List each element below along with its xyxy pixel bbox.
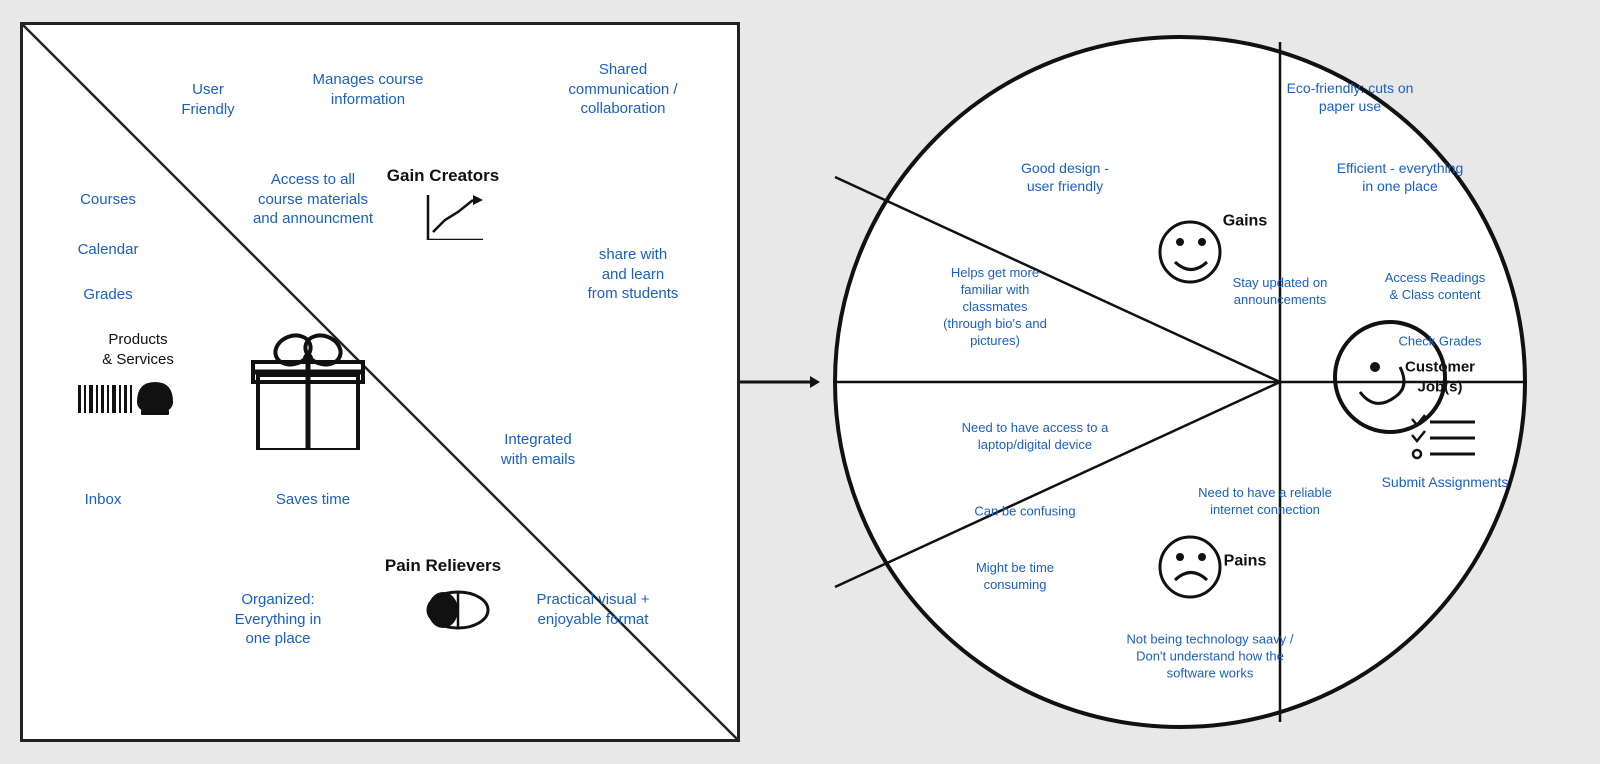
time-consuming-label: Might be timeconsuming	[938, 560, 1093, 594]
practical-visual-label: Practical visual +enjoyable format	[513, 590, 673, 629]
efficient-label: Efficient - everythingin one place	[1315, 159, 1485, 195]
barcode-icon	[78, 385, 133, 418]
calendar-label: Calendar	[63, 240, 153, 260]
grades-label: Grades	[63, 285, 153, 305]
eco-friendly-label: Eco-friendly: cuts onpaper use	[1260, 79, 1440, 115]
need-laptop-label: Need to have access to alaptop/digital d…	[930, 420, 1140, 454]
share-with-label: share withand learnfrom students	[563, 245, 703, 304]
pain-relievers-title: Pain Relievers	[353, 555, 533, 577]
saves-time-label: Saves time	[253, 490, 373, 510]
good-design-label: Good design -user friendly	[980, 159, 1150, 195]
manages-course-label: Manages courseinformation	[303, 70, 433, 109]
dome-icon	[133, 380, 178, 423]
left-value-map: UserFriendly Manages courseinformation S…	[20, 22, 740, 742]
gift-icon	[243, 320, 373, 455]
access-all-label: Access to allcourse materialsand announc…	[238, 170, 388, 229]
stay-updated-label: Stay updated onannouncements	[1203, 275, 1358, 309]
shared-comm-label: Sharedcommunication /collaboration	[553, 60, 693, 119]
not-savvy-label: Not being technology saavy /Don't unders…	[1095, 632, 1325, 683]
gains-label: Gains	[1223, 212, 1267, 233]
courses-label: Courses	[63, 190, 153, 210]
arrow-connector	[740, 372, 820, 392]
user-friendly-label: UserFriendly	[163, 80, 253, 119]
customer-jobs-label: CustomerJob(s)	[1380, 358, 1500, 397]
submit-assignments-label: Submit Assignments	[1370, 473, 1520, 491]
organized-label: Organized:Everything inone place	[208, 590, 348, 649]
access-readings-label: Access Readings& Class content	[1350, 270, 1520, 304]
pains-label: Pains	[1224, 552, 1267, 573]
products-services-label: Products& Services	[83, 330, 193, 369]
chart-icon	[423, 190, 483, 240]
pill-icon	[423, 585, 493, 635]
confusing-label: Can be confusing	[955, 504, 1095, 521]
inbox-label: Inbox	[63, 490, 143, 510]
helps-familiar-label: Helps get morefamiliar withclassmates(th…	[908, 265, 1083, 349]
reliable-internet-label: Need to have a reliableinternet connecti…	[1173, 485, 1358, 519]
diagonal-lines	[23, 25, 737, 739]
check-grades-label: Check Grades	[1380, 334, 1500, 351]
right-value-proposition: Gains Eco-friendly: cuts onpaper use Goo…	[820, 22, 1540, 742]
integrated-label: Integratedwith emails	[463, 430, 613, 469]
arrow-svg	[740, 372, 820, 392]
